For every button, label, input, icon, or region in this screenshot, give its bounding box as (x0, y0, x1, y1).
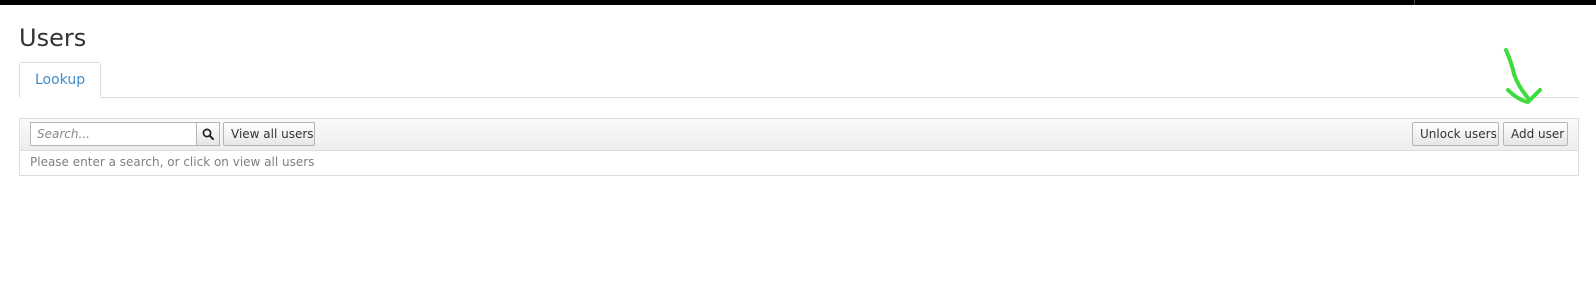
unlock-users-button[interactable]: Unlock users (1412, 122, 1499, 146)
top-bar-divider (1414, 0, 1415, 5)
add-user-button[interactable]: Add user (1503, 122, 1568, 146)
search-input[interactable] (30, 122, 196, 146)
top-bar (0, 0, 1596, 5)
search-button[interactable] (196, 122, 220, 146)
empty-hint: Please enter a search, or click on view … (30, 155, 315, 169)
toolbar: View all users Unlock users Add user (20, 119, 1578, 151)
search-icon (202, 128, 214, 140)
view-all-users-button[interactable]: View all users (223, 122, 315, 146)
tab-lookup[interactable]: Lookup (19, 62, 102, 98)
annotation-arrow-icon (1504, 48, 1542, 104)
page-title: Users (19, 24, 87, 52)
tab-bar: Lookup (19, 62, 1579, 98)
users-panel: View all users Unlock users Add user Ple… (19, 118, 1579, 176)
